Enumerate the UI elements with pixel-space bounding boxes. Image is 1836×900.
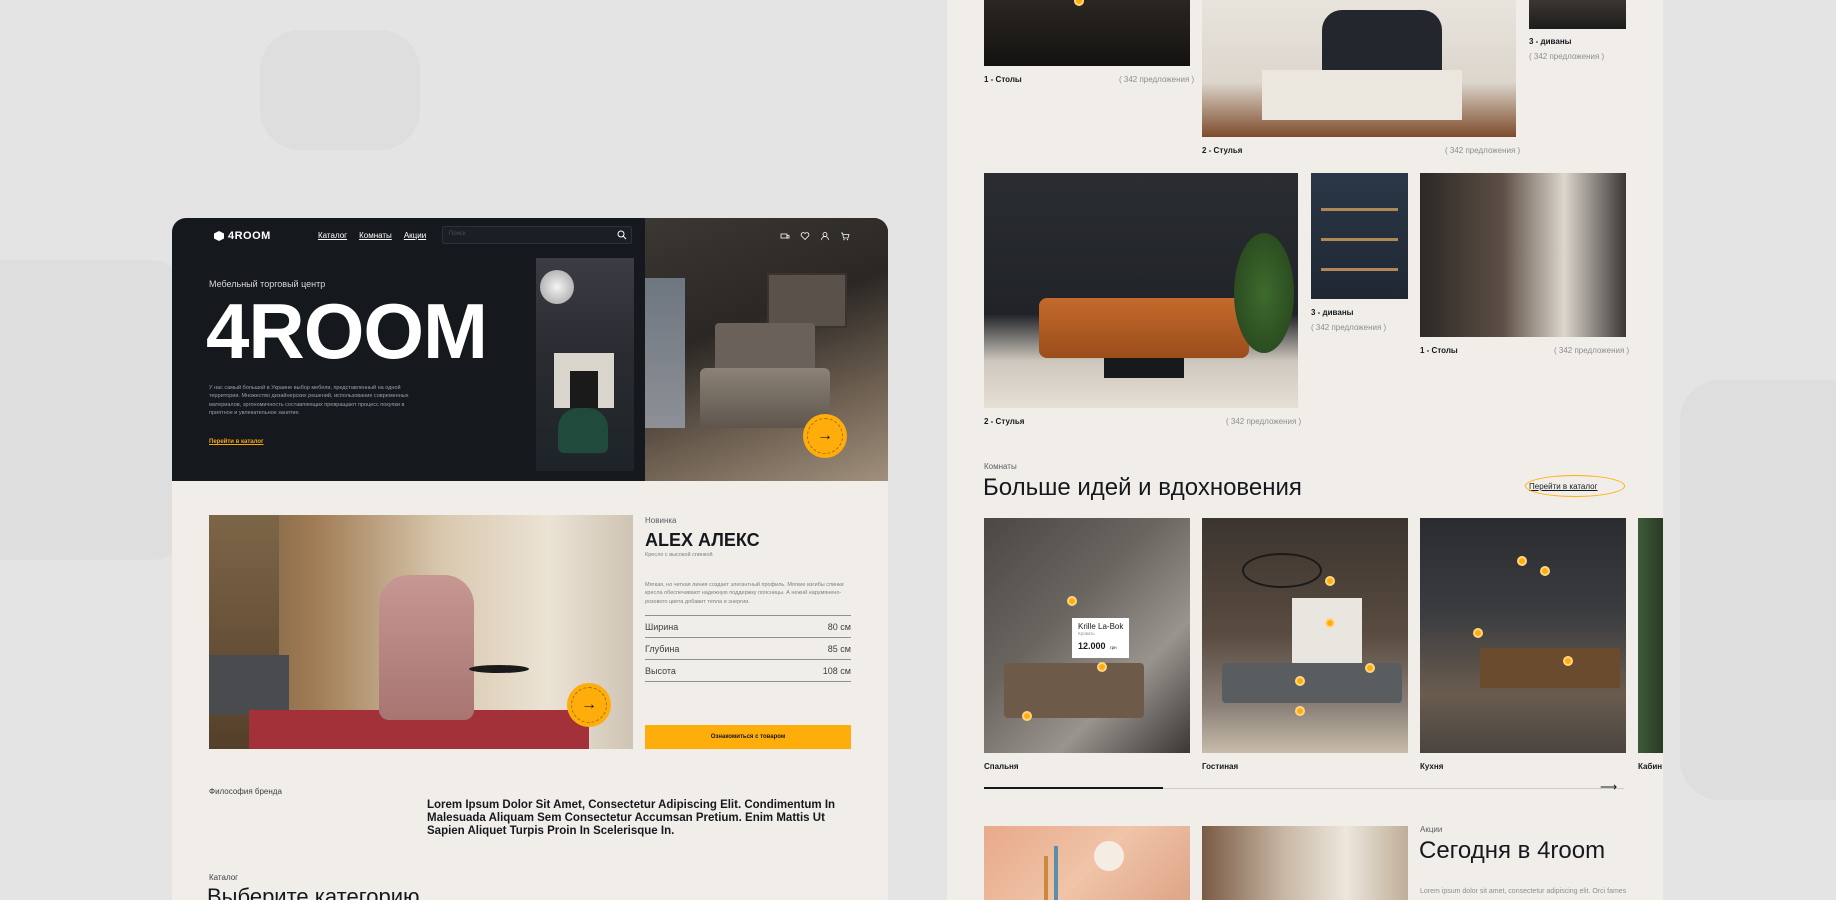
- brand-logo[interactable]: 4ROOM: [214, 230, 271, 242]
- hero-bedroom-photo: →: [645, 218, 888, 481]
- background-shape: [260, 30, 420, 150]
- category-count: ( 342 предложения ): [1119, 75, 1195, 84]
- product-subtitle: Кресло с высокой спинкой: [645, 552, 713, 558]
- arrow-right-icon: →: [817, 427, 833, 444]
- category-sofas-photo[interactable]: [1529, 0, 1626, 29]
- logo-icon: [214, 231, 224, 241]
- header-icons: [780, 231, 850, 241]
- rooms-label: Комнаты: [984, 462, 1017, 471]
- search-input[interactable]: Поиск: [442, 226, 632, 244]
- view-product-button[interactable]: Ознакомиться с товаром: [645, 725, 851, 749]
- category-name[interactable]: 2 - Стулья: [984, 417, 1024, 426]
- catalog-label: Каталог: [209, 873, 239, 882]
- cart-icon[interactable]: [840, 231, 850, 241]
- catalog-preview: 1 - Столы ( 342 предложения ) 2 - Стулья…: [947, 0, 1663, 900]
- category-chairs-photo[interactable]: [1202, 0, 1516, 137]
- heart-icon[interactable]: [800, 231, 810, 241]
- product-photo: →: [209, 515, 633, 749]
- sales-label: Акции: [1420, 825, 1443, 834]
- background-shape: [0, 260, 190, 560]
- sale-photo[interactable]: [1202, 826, 1408, 900]
- background-shape: [1680, 380, 1836, 800]
- room-name[interactable]: Кабин: [1638, 762, 1662, 771]
- category-tables-photo-2[interactable]: [1420, 173, 1626, 337]
- category-count: ( 342 предложения ): [1226, 417, 1302, 426]
- room-name[interactable]: Кухня: [1420, 762, 1443, 771]
- tooltip-currency: грн: [1109, 645, 1117, 650]
- arrow-right-icon[interactable]: ⟶: [1600, 780, 1617, 794]
- user-icon[interactable]: [820, 231, 830, 241]
- product-description: Мягкая, но четкая линия создает элегантн…: [645, 582, 844, 605]
- spec-row: Глубина 85 см: [645, 637, 851, 659]
- nav-item-sales[interactable]: Акции: [404, 231, 426, 240]
- category-count: ( 342 предложения ): [1529, 52, 1605, 61]
- philosophy-label: Философия бренда: [209, 787, 282, 796]
- category-chairs-photo-2[interactable]: [984, 173, 1298, 408]
- category-count: ( 342 предложения ): [1554, 346, 1630, 355]
- link-highlight: [1525, 475, 1625, 497]
- sale-photo[interactable]: [984, 826, 1190, 900]
- catalog-title: Выберите категорию: [207, 884, 420, 900]
- hero-title: 4ROOM: [206, 287, 488, 375]
- spec-label: Глубина: [645, 643, 680, 654]
- search-icon[interactable]: [617, 230, 627, 240]
- brand-name: 4ROOM: [228, 230, 271, 242]
- tooltip-name: Krille La-Bok: [1078, 622, 1124, 631]
- spec-divider: [645, 681, 851, 682]
- room-kitchen-photo[interactable]: [1420, 518, 1626, 753]
- hero-description: У нас самый большой в Украине выбор мебе…: [209, 385, 409, 416]
- room-living-photo[interactable]: [1202, 518, 1408, 753]
- tooltip-price: 12.000: [1078, 641, 1106, 651]
- product-catalog-badge[interactable]: →: [567, 683, 611, 727]
- sales-title: Сегодня в 4room: [1419, 837, 1606, 864]
- category-tables-photo[interactable]: [984, 0, 1190, 66]
- rooms-scroll-thumb[interactable]: [984, 787, 1164, 789]
- spec-value: 108 см: [822, 665, 851, 676]
- category-count: ( 342 предложения ): [1445, 146, 1521, 155]
- room-bedroom-photo[interactable]: Krille La-Bok Кровать 12.000 грн: [984, 518, 1190, 753]
- category-sofas-photo-2[interactable]: [1311, 173, 1408, 299]
- room-name[interactable]: Спальня: [984, 762, 1019, 771]
- category-name[interactable]: 3 - диваны: [1529, 37, 1571, 46]
- hero-interior-photo: [536, 258, 634, 471]
- category-count: ( 342 предложения ): [1311, 323, 1387, 332]
- hero-catalog-link[interactable]: Перейти в каталог: [209, 439, 264, 445]
- main-nav: Каталог Комнаты Акции: [318, 231, 426, 240]
- spec-value: 80 см: [827, 621, 851, 632]
- hero-section: → 4ROOM Каталог Комнаты Акции Поиск Мебе…: [172, 218, 888, 481]
- arrow-right-icon: →: [581, 696, 597, 713]
- nav-item-rooms[interactable]: Комнаты: [359, 231, 392, 240]
- product-tooltip[interactable]: Krille La-Bok Кровать 12.000 грн: [1072, 618, 1130, 658]
- category-name[interactable]: 1 - Столы: [1420, 346, 1458, 355]
- rooms-title: Больше идей и вдохновения: [983, 474, 1302, 501]
- category-name[interactable]: 3 - диваны: [1311, 308, 1353, 317]
- search-placeholder: Поиск: [449, 231, 466, 237]
- spec-label: Ширина: [645, 621, 679, 632]
- spec-label: Высота: [645, 665, 676, 676]
- sales-text: Lorem ipsum dolor sit amet, consectetur …: [1420, 888, 1627, 895]
- room-office-photo[interactable]: [1638, 518, 1663, 753]
- product-name: ALEX АЛЕКС: [645, 530, 760, 550]
- rooms-scrollbar[interactable]: [984, 787, 1624, 789]
- category-name[interactable]: 1 - Столы: [984, 75, 1022, 84]
- room-name[interactable]: Гостиная: [1202, 762, 1238, 771]
- category-name[interactable]: 2 - Стулья: [1202, 146, 1242, 155]
- product-tag: Новинка: [645, 516, 677, 525]
- spec-row: Высота 108 см: [645, 659, 851, 681]
- homepage-preview: → 4ROOM Каталог Комнаты Акции Поиск Мебе…: [172, 218, 888, 900]
- delivery-icon[interactable]: [780, 231, 790, 241]
- spec-value: 85 см: [827, 643, 851, 654]
- philosophy-text: Lorem Ipsum Dolor Sit Amet, Consectetur …: [427, 799, 836, 838]
- spec-row: Ширина 80 см: [645, 615, 851, 637]
- nav-item-catalog[interactable]: Каталог: [318, 231, 347, 240]
- catalog-badge[interactable]: →: [803, 414, 847, 458]
